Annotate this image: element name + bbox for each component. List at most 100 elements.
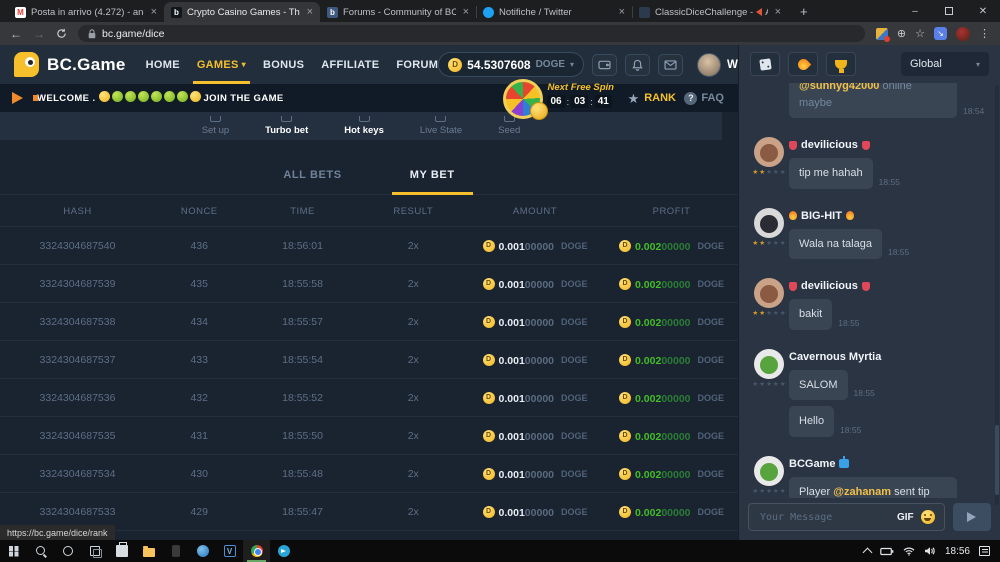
chat-input-box[interactable]: GIF bbox=[748, 503, 945, 531]
chrome-taskbar-icon[interactable] bbox=[243, 540, 270, 562]
bet-row[interactable]: 3324304687536 432 18:55:52 2x D 0.001000… bbox=[0, 379, 738, 417]
column-header-profit: PROFIT bbox=[605, 206, 738, 217]
nav-item-affiliate[interactable]: AFFILIATE▾ bbox=[321, 45, 379, 84]
free-spin-widget[interactable]: Next Free Spin 06: 03: 41 bbox=[503, 79, 614, 119]
browser-tab[interactable]: ClassicDiceChallenge - Annou × bbox=[632, 2, 788, 22]
bookmark-star-icon[interactable]: ☆ bbox=[915, 27, 925, 40]
send-button[interactable] bbox=[953, 503, 991, 531]
explorer-taskbar-icon[interactable] bbox=[135, 540, 162, 562]
messages-button[interactable] bbox=[658, 54, 683, 76]
join-the-game-label[interactable]: JOIN THE GAME bbox=[204, 93, 284, 104]
chat-message: @sunnyg42000 online maybe 18:54 bbox=[749, 83, 990, 124]
tab-close-icon[interactable]: × bbox=[461, 7, 469, 18]
avatar[interactable] bbox=[754, 137, 784, 167]
chat-username[interactable]: devilicious bbox=[789, 280, 990, 292]
minimize-button[interactable]: – bbox=[898, 0, 932, 22]
browser-tab[interactable]: Notifiche / Twitter × bbox=[476, 2, 632, 22]
game-control-turbo-bet[interactable]: Turbo bet bbox=[265, 112, 308, 140]
game-control-live-state[interactable]: Live State bbox=[420, 112, 462, 140]
reload-button[interactable] bbox=[56, 28, 67, 39]
bet-time: 18:55:58 bbox=[244, 278, 362, 290]
battery-icon[interactable] bbox=[880, 547, 894, 556]
telegram-taskbar-icon[interactable] bbox=[270, 540, 297, 562]
tab-close-icon[interactable]: × bbox=[773, 7, 781, 18]
phone-taskbar-icon[interactable] bbox=[162, 540, 189, 562]
nav-item-games[interactable]: GAMES▾ bbox=[197, 45, 246, 84]
bet-row[interactable]: 3324304687538 434 18:55:57 2x D 0.001000… bbox=[0, 303, 738, 341]
notifications-button[interactable] bbox=[625, 54, 650, 76]
store-taskbar-icon[interactable] bbox=[108, 540, 135, 562]
chat-scrollbar[interactable] bbox=[995, 85, 999, 505]
start-taskbar-icon[interactable] bbox=[0, 540, 27, 562]
nav-item-forum[interactable]: FORUM▾ bbox=[396, 45, 438, 84]
cortana-taskbar-icon[interactable] bbox=[54, 540, 81, 562]
tab-close-icon[interactable]: × bbox=[149, 7, 157, 18]
chat-username[interactable]: devilicious bbox=[789, 139, 990, 151]
rank-link[interactable]: ★ RANK bbox=[628, 92, 676, 105]
bcgame-logo[interactable]: BC.Game bbox=[14, 52, 126, 77]
chat-contest-button[interactable] bbox=[826, 52, 856, 76]
avatar[interactable] bbox=[754, 208, 784, 238]
chat-channel-select[interactable]: Global ▾ bbox=[901, 52, 989, 76]
chat-username[interactable]: BIG-HIT bbox=[789, 210, 990, 222]
twitter-icon bbox=[483, 7, 494, 18]
extension-icon[interactable] bbox=[876, 28, 888, 40]
address-bar[interactable]: bc.game/dice bbox=[78, 25, 865, 42]
game-control-set-up[interactable]: Set up bbox=[202, 112, 229, 140]
browser-profile-avatar[interactable] bbox=[956, 27, 970, 41]
maximize-button[interactable] bbox=[932, 0, 966, 22]
tab-close-icon[interactable]: × bbox=[617, 7, 625, 18]
back-button[interactable]: ← bbox=[10, 28, 22, 40]
close-button[interactable]: ✕ bbox=[966, 0, 1000, 22]
chat-promo-button[interactable] bbox=[788, 52, 818, 76]
bet-result: 2x bbox=[362, 316, 465, 328]
nav-item-home[interactable]: HOME▾ bbox=[146, 45, 180, 84]
new-tab-button[interactable]: + bbox=[788, 4, 820, 22]
action-center-icon[interactable] bbox=[979, 546, 990, 556]
faq-link[interactable]: ? FAQ bbox=[684, 92, 724, 105]
gif-button[interactable]: GIF bbox=[897, 512, 914, 523]
user-menu[interactable]: Wolfero ▾ bbox=[697, 53, 738, 77]
target-icon[interactable]: ⊕ bbox=[897, 27, 906, 40]
emoji-picker-icon[interactable] bbox=[921, 510, 935, 524]
search-taskbar-icon[interactable] bbox=[27, 540, 54, 562]
game-control-hot-keys[interactable]: Hot keys bbox=[344, 112, 384, 140]
tabs: M Posta in arrivo (4.272) - andreaja × b… bbox=[0, 0, 788, 22]
chat-message-input[interactable] bbox=[758, 511, 890, 524]
tab-all-bets[interactable]: ALL BETS bbox=[283, 169, 341, 181]
browser-tab[interactable]: M Posta in arrivo (4.272) - andreaja × bbox=[8, 2, 164, 22]
browser-tab[interactable]: b Crypto Casino Games - The 8 Be × bbox=[164, 2, 320, 22]
vs-taskbar-icon[interactable]: V bbox=[216, 540, 243, 562]
volume-icon[interactable] bbox=[924, 546, 936, 556]
edge-taskbar-icon[interactable] bbox=[189, 540, 216, 562]
forward-button[interactable]: → bbox=[33, 28, 45, 40]
nav-item-bonus[interactable]: BONUS▾ bbox=[263, 45, 304, 84]
chat-username[interactable]: Cavernous Myrtia bbox=[789, 351, 990, 363]
bet-row[interactable]: 3324304687537 433 18:55:54 2x D 0.001000… bbox=[0, 341, 738, 379]
browser-tab[interactable]: b Forums - Community of BC.Gam × bbox=[320, 2, 476, 22]
pointer-extension-icon[interactable]: ↘ bbox=[934, 27, 947, 40]
tab-my-bet[interactable]: MY BET bbox=[410, 169, 455, 181]
bet-row[interactable]: 3324304687535 431 18:55:50 2x D 0.001000… bbox=[0, 417, 738, 455]
wifi-icon[interactable] bbox=[903, 547, 915, 556]
bet-result: 2x bbox=[362, 278, 465, 290]
bet-row[interactable]: 3324304687539 435 18:55:58 2x D 0.001000… bbox=[0, 265, 738, 303]
chat-username[interactable]: BCGame bbox=[789, 458, 990, 470]
taskview-taskbar-icon[interactable] bbox=[81, 540, 108, 562]
tab-close-icon[interactable]: × bbox=[305, 7, 313, 18]
avatar[interactable] bbox=[754, 349, 784, 379]
bets-tabs: ALL BETS MY BET bbox=[0, 169, 738, 195]
column-header-result: RESULT bbox=[362, 206, 465, 217]
spin-wheel-icon[interactable] bbox=[503, 79, 543, 119]
avatar[interactable] bbox=[754, 278, 784, 308]
chat-games-button[interactable] bbox=[750, 52, 780, 76]
bet-row[interactable]: 3324304687534 430 18:55:48 2x D 0.001000… bbox=[0, 455, 738, 493]
chrome-menu-icon[interactable]: ⋮ bbox=[979, 27, 990, 40]
clock[interactable]: 18:56 bbox=[945, 546, 970, 557]
trophy-icon bbox=[835, 60, 847, 69]
wallet-button[interactable] bbox=[592, 54, 617, 76]
avatar[interactable] bbox=[754, 456, 784, 486]
balance-selector[interactable]: D 54.5307608 DOGE ▾ bbox=[438, 52, 584, 77]
tray-expand-icon[interactable] bbox=[863, 548, 873, 558]
bet-row[interactable]: 3324304687540 436 18:56:01 2x D 0.001000… bbox=[0, 227, 738, 265]
